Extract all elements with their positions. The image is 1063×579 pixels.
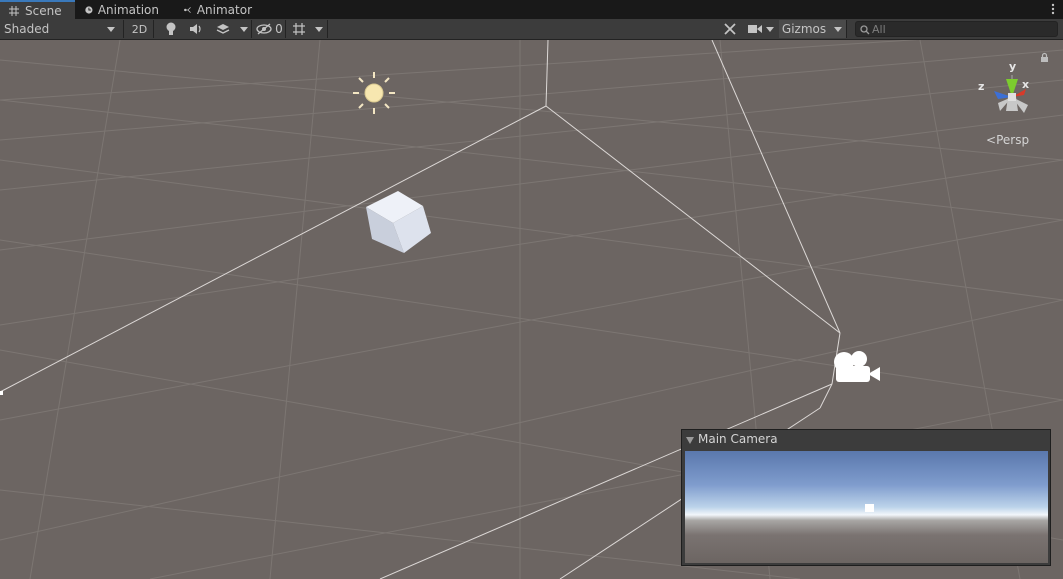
video-camera-icon — [748, 25, 762, 33]
camera-preview-image — [685, 451, 1048, 563]
camera-preview-title: Main Camera — [698, 432, 778, 446]
tab-animator-label: Animator — [196, 2, 252, 17]
hidden-count: 0 — [275, 22, 283, 36]
speaker-icon — [190, 24, 201, 34]
audio-toggle-button[interactable] — [184, 20, 208, 38]
tab-animator[interactable]: Animator — [176, 0, 260, 19]
chevron-left-icon: < — [986, 133, 997, 147]
search-icon — [860, 25, 870, 35]
chevron-down-icon — [314, 26, 323, 32]
projection-label: Persp — [996, 133, 1030, 147]
chevron-down-icon — [766, 26, 774, 32]
chevron-down-icon — [239, 26, 248, 32]
tools-button[interactable] — [719, 20, 741, 38]
camera-settings-button[interactable] — [745, 20, 777, 38]
camera-gizmo-icon — [834, 351, 880, 382]
grid-icon — [9, 5, 19, 16]
lock-icon — [1041, 52, 1048, 62]
hidden-eye-icon — [256, 23, 272, 35]
chevron-down-icon — [107, 26, 115, 32]
chevron-down-icon — [833, 26, 842, 32]
cube-object — [366, 191, 431, 253]
grid-dropdown[interactable] — [310, 20, 328, 38]
tab-animation-label: Animation — [97, 2, 159, 17]
svg-text:z: z — [978, 80, 984, 93]
preview-object-marker — [865, 504, 874, 512]
draw-mode-dropdown[interactable]: Shaded — [0, 20, 124, 38]
draw-mode-label: Shaded — [4, 22, 50, 36]
effects-toggle-button[interactable] — [210, 20, 236, 38]
hidden-objects-button[interactable]: 0 — [254, 20, 286, 38]
tab-animation[interactable]: Animation — [77, 0, 167, 19]
gizmos-label: Gizmos — [781, 22, 827, 36]
effects-dropdown[interactable] — [236, 20, 252, 38]
tab-scene-label: Scene — [25, 3, 62, 18]
search-placeholder: All — [872, 22, 886, 36]
projection-toggle[interactable]: <Persp — [986, 133, 1029, 147]
directional-light-icon — [353, 72, 395, 114]
svg-text:y: y — [1009, 60, 1016, 73]
2d-toggle-button[interactable]: 2D — [126, 20, 154, 38]
grid-snap-icon — [293, 23, 305, 35]
scene-toolbar: Shaded 2D 0 Gizmos All — [0, 19, 1063, 40]
layers-icon — [216, 24, 230, 34]
gizmos-dropdown[interactable] — [829, 20, 847, 38]
lightbulb-icon — [166, 22, 176, 35]
scene-search-input[interactable]: All — [855, 21, 1058, 37]
lighting-toggle-button[interactable] — [160, 20, 182, 38]
2d-label: 2D — [131, 22, 148, 36]
camera-preview-panel[interactable]: Main Camera — [681, 429, 1051, 566]
tab-scene[interactable]: Scene — [0, 0, 75, 19]
more-options-icon[interactable] — [1051, 2, 1055, 16]
animator-icon — [184, 6, 191, 13]
tab-bar: Scene Animation Animator — [0, 0, 1063, 19]
svg-text:x: x — [1022, 78, 1029, 91]
grid-snap-button[interactable] — [288, 20, 310, 38]
collapse-triangle-icon[interactable] — [686, 437, 694, 444]
clock-icon — [85, 5, 93, 14]
tools-icon — [724, 23, 736, 35]
gizmos-button[interactable]: Gizmos — [779, 20, 829, 38]
